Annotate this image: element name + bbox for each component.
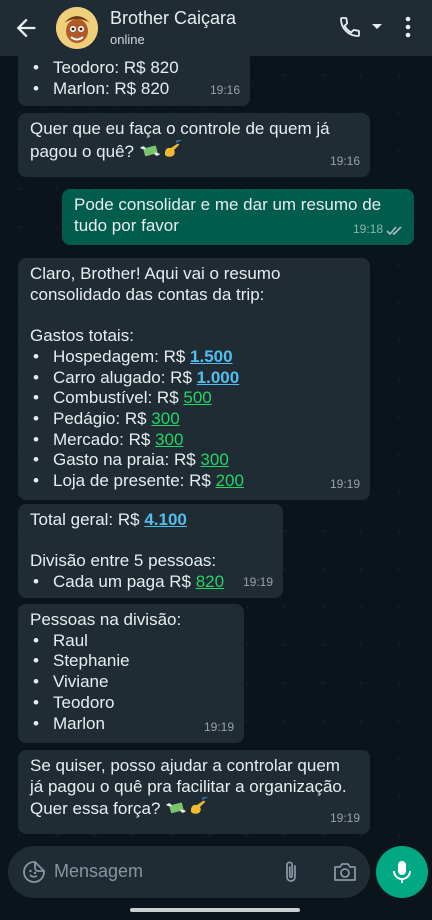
message-input[interactable]: Mensagem — [54, 861, 143, 882]
each-value-link[interactable]: 820 — [196, 572, 224, 591]
each-label: Cada um paga R$ — [53, 572, 196, 592]
person-item: Teodoro — [30, 693, 234, 714]
message-time: 19:19 — [329, 811, 360, 826]
person-item: Viviane — [30, 672, 234, 693]
message-line: Pode consolidar e me dar um resumo de — [74, 195, 382, 214]
phone-icon[interactable] — [338, 14, 362, 40]
mic-button[interactable] — [376, 846, 428, 898]
chat-header: Brother Caiçara online — [0, 0, 432, 56]
expense-item: Carro alugado: R$ 1.000 — [30, 368, 360, 389]
message-line: Claro, Brother! Aqui vai o resumo — [30, 264, 281, 283]
contact-name[interactable]: Brother Caiçara — [110, 8, 236, 29]
camera-icon[interactable] — [332, 860, 358, 884]
total-value-link[interactable]: 4.100 — [144, 510, 187, 529]
message-time: 19:16 — [329, 154, 360, 169]
outgoing-message-bubble[interactable]: Pode consolidar e me dar um resumo de tu… — [62, 189, 414, 245]
section-title: Gastos totais: — [30, 326, 134, 346]
message-line: Se quiser, posso ajudar a controlar quem — [30, 756, 340, 775]
person-item: Raul — [30, 631, 234, 652]
writing-hand-emoji — [191, 797, 209, 815]
message-input-bar: Mensagem — [8, 846, 370, 898]
sticker-icon[interactable] — [22, 860, 46, 884]
message-line: consolidado das contas da trip: — [30, 284, 265, 304]
expense-item: Combustível: R$ 500 — [30, 388, 360, 409]
message-bubble[interactable]: Teodoro: R$ 820 Marlon: R$ 820 19:16 — [18, 56, 250, 106]
total-label: Total geral: R$ — [30, 510, 145, 529]
expense-value-link[interactable]: 300 — [151, 409, 179, 428]
money-wings-emoji — [139, 145, 160, 156]
message-time: 19:19 — [329, 477, 360, 492]
contact-status: online — [110, 32, 145, 47]
message-time: 19:16 — [209, 83, 240, 98]
message-bubble[interactable]: Quer que eu faça o controle de quem já p… — [18, 113, 370, 177]
message-line: Teodoro: R$ 820 — [30, 58, 179, 79]
message-bubble[interactable]: Total geral: R$ 4.100 Divisão entre 5 pe… — [18, 504, 283, 598]
expense-value-link[interactable]: 300 — [200, 450, 228, 469]
message-bubble[interactable]: Se quiser, posso ajudar a controlar quem… — [18, 750, 370, 834]
expense-item: Pedágio: R$ 300 — [30, 409, 360, 430]
dropdown-icon[interactable] — [370, 22, 384, 32]
back-arrow-icon[interactable] — [12, 14, 40, 42]
expense-value-link[interactable]: 200 — [216, 471, 244, 490]
message-line: Quer que eu faça o controle de quem já — [30, 119, 330, 138]
division-title: Divisão entre 5 pessoas: — [30, 551, 217, 571]
message-bubble[interactable]: Claro, Brother! Aqui vai o resumo consol… — [18, 258, 370, 500]
message-time: 19:19 — [203, 720, 234, 735]
message-time: 19:19 — [242, 575, 273, 590]
expense-item: Mercado: R$ 300 — [30, 430, 360, 451]
message-time: 19:18 — [352, 222, 383, 237]
expense-value-link[interactable]: 1.000 — [197, 368, 240, 387]
message-line: pagou o quê? — [30, 141, 134, 161]
writing-hand-emoji — [164, 139, 182, 157]
message-bubble[interactable]: Pessoas na divisão: Raul Stephanie Vivia… — [18, 604, 244, 743]
more-vert-icon[interactable] — [398, 14, 418, 40]
money-wings-emoji — [166, 802, 187, 814]
person-item: Stephanie — [30, 651, 234, 672]
double-check-icon — [386, 226, 402, 235]
expense-item: Loja de presente: R$ 200 — [30, 471, 360, 492]
expense-item: Hospedagem: R$ 1.500 — [30, 347, 360, 368]
mic-icon — [393, 861, 411, 883]
expense-value-link[interactable]: 1.500 — [190, 347, 233, 366]
chat-area[interactable]: Teodoro: R$ 820 Marlon: R$ 820 19:16 Que… — [0, 56, 432, 840]
people-title: Pessoas na divisão: — [30, 610, 182, 629]
message-line: já pagou o quê pra facilitar a organizaç… — [30, 776, 347, 796]
avatar[interactable] — [56, 7, 98, 49]
system-nav-bar — [0, 900, 432, 920]
message-line: Quer essa força? — [30, 799, 161, 819]
expense-value-link[interactable]: 300 — [155, 430, 183, 449]
home-indicator[interactable] — [130, 908, 300, 912]
message-line: Marlon: R$ 820 — [30, 79, 169, 100]
attach-icon[interactable] — [280, 859, 302, 885]
expense-value-link[interactable]: 500 — [183, 388, 211, 407]
expense-item: Gasto na praia: R$ 300 — [30, 450, 360, 471]
